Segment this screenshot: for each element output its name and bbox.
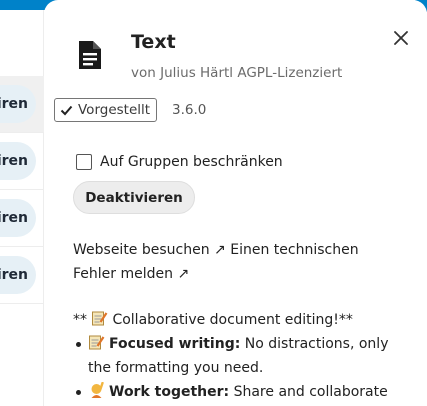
app-version: 3.6.0: [172, 102, 207, 118]
app-links: Webseite besuchen ↗ Einen technischen Fe…: [73, 238, 403, 286]
close-icon: [394, 31, 408, 45]
app-title: Text: [131, 31, 176, 53]
restrict-groups-checkbox[interactable]: Auf Gruppen beschränken: [76, 154, 283, 170]
app-action-pill[interactable]: iren: [0, 256, 36, 294]
app-list-panel: iren iren iren iren: [0, 10, 44, 406]
app-list-row[interactable]: iren: [0, 190, 44, 247]
visit-website-link[interactable]: Webseite besuchen ↗: [73, 242, 226, 258]
app-author: von Julius Härtl AGPL-Lizenziert: [131, 65, 343, 81]
memo-icon: [89, 335, 105, 350]
app-list-row[interactable]: iren: [0, 76, 44, 133]
app-list-row[interactable]: iren: [0, 247, 44, 304]
list-item: Work together: Share and collaborate: [73, 380, 403, 404]
checkbox-box[interactable]: [76, 154, 92, 170]
app-action-pill[interactable]: iren: [0, 85, 36, 123]
featured-label: Vorgestellt: [78, 102, 151, 118]
app-list-row[interactable]: iren: [0, 133, 44, 190]
app-action-pill[interactable]: iren: [0, 142, 36, 180]
app-description: ** Collaborative document editing!** Foc…: [73, 308, 403, 404]
featured-badge: Vorgestellt: [54, 98, 158, 122]
memo-icon: [92, 311, 108, 326]
raising-hand-icon: [91, 382, 104, 398]
description-heading: ** Collaborative document editing!**: [73, 311, 353, 328]
restrict-groups-label: Auf Gruppen beschränken: [100, 154, 283, 170]
list-item: Focused writing: No distractions, only t…: [73, 332, 403, 380]
app-action-pill[interactable]: iren: [0, 199, 36, 237]
app-details-sidebar: Text von Julius Härtl AGPL-Lizenziert Vo…: [44, 0, 427, 406]
checkmark-icon: [60, 105, 73, 115]
close-button[interactable]: [389, 26, 413, 50]
deactivate-button[interactable]: Deaktivieren: [73, 181, 195, 214]
feature-list: Focused writing: No distractions, only t…: [73, 332, 403, 404]
document-icon: [72, 37, 108, 73]
